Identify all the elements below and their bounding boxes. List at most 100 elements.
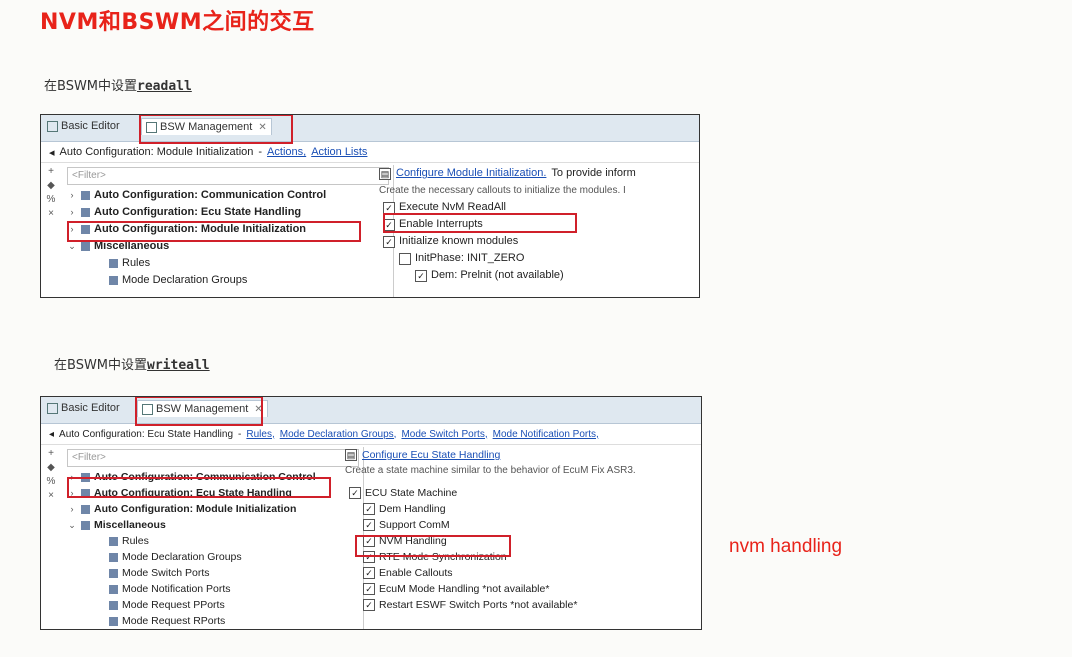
tab-basic-editor[interactable]: Basic Editor xyxy=(47,120,120,132)
caption-prefix: 在BSWM中设置 xyxy=(54,358,148,373)
tree-node-icon xyxy=(109,600,118,610)
editor-icon xyxy=(47,402,58,414)
tree-item-label: Rules xyxy=(122,257,151,269)
detail-header-tail: To provide inform xyxy=(551,167,636,179)
tree-node-icon xyxy=(109,568,118,578)
back-icon[interactable]: ◂ xyxy=(49,429,54,440)
add-icon[interactable]: + xyxy=(41,447,61,461)
tree-item-label: Mode Request RPorts xyxy=(122,615,226,627)
expand-arrow-icon[interactable]: › xyxy=(67,204,77,221)
configure-link[interactable]: Configure Module Initialization. xyxy=(396,165,546,182)
highlight-option xyxy=(383,213,577,233)
detail-header: ▤ Configure Ecu State Handling xyxy=(345,447,701,463)
option-label: EcuM Mode Handling *not available* xyxy=(379,583,550,595)
add-icon[interactable]: + xyxy=(41,165,61,179)
page-title: NVM和BSWM之间的交互 xyxy=(40,10,315,35)
remove-icon[interactable]: × xyxy=(41,207,61,221)
highlight-tab xyxy=(139,115,293,144)
remove-icon[interactable]: × xyxy=(41,489,61,503)
tree-node-icon xyxy=(81,504,90,514)
tree-item-label: Auto Configuration: Communication Contro… xyxy=(94,189,327,201)
option-label: Support ComM xyxy=(379,519,450,531)
tree-item-label: Rules xyxy=(122,535,149,547)
option-label: Dem: Prelnit (not available) xyxy=(431,269,564,281)
link-actions[interactable]: Actions, xyxy=(267,146,306,158)
tree-item[interactable]: Mode Request PPorts xyxy=(63,597,363,613)
highlight-tab xyxy=(135,397,263,426)
expand-arrow-icon[interactable]: ⌄ xyxy=(67,517,77,533)
checkbox[interactable]: ✓ xyxy=(363,503,375,515)
tree-item[interactable]: › Auto Configuration: Ecu State Handling xyxy=(63,204,393,221)
configure-link[interactable]: Configure Ecu State Handling xyxy=(362,447,500,463)
expand-icon[interactable]: ◆ xyxy=(41,179,61,193)
tree-item-label: Auto Configuration: Ecu State Handling xyxy=(94,206,302,218)
screenshot-readall: Basic Editor BSW Management ✕ ◂ Auto Conf… xyxy=(40,114,700,298)
link-mode-notification-ports[interactable]: Mode Notification Ports, xyxy=(493,429,599,440)
filter-input[interactable]: <Filter> xyxy=(67,167,389,185)
link-rules[interactable]: Rules, xyxy=(246,429,274,440)
checkbox[interactable]: ✓ xyxy=(349,487,361,499)
checkbox[interactable]: ✓ xyxy=(383,201,395,214)
detail-header: ▤ Configure Module Initialization. To prov… xyxy=(379,165,699,182)
breadcrumb-current: Auto Configuration: Module Initializatio… xyxy=(59,146,254,158)
tree-item-label: Mode Switch Ports xyxy=(122,567,210,579)
tree-item-label: Miscellaneous xyxy=(94,519,166,531)
tree-item[interactable]: Mode Declaration Groups xyxy=(63,272,393,289)
tree-node-icon xyxy=(109,276,118,285)
breadcrumb: ◂ Auto Configuration: Module Initializat… xyxy=(41,142,699,163)
checkbox[interactable] xyxy=(399,252,411,265)
expand-arrow-icon[interactable]: › xyxy=(67,501,77,517)
option-label: Initialize known modules xyxy=(399,235,519,247)
highlight-tree-item xyxy=(67,221,361,242)
screenshot-writeall: Basic Editor BSW Management ✕ ◂ Auto Conf… xyxy=(40,396,702,630)
expand-arrow-icon[interactable]: › xyxy=(67,187,77,204)
tree-node-icon xyxy=(81,242,90,251)
option-label: Enable Callouts xyxy=(379,567,453,579)
tab-label: Basic Editor xyxy=(61,402,120,414)
checkbox[interactable]: ✓ xyxy=(383,235,395,248)
tree-item[interactable]: Mode Request RPorts xyxy=(63,613,363,629)
tree-item[interactable]: › Auto Configuration: Communication Contr… xyxy=(63,187,393,204)
option-row: ✓ Dem: Prelnit (not available) xyxy=(379,267,699,284)
tree-item[interactable]: Mode Switch Ports xyxy=(63,565,363,581)
tree-item[interactable]: ⌄ Miscellaneous xyxy=(63,517,363,533)
option-list: ✓ Execute NvM ReadAll ✓ Enable Interrupts ✓ I… xyxy=(379,199,699,284)
highlight-tree-item xyxy=(67,477,331,498)
tree-node-icon xyxy=(109,552,118,562)
caption-code: writeall xyxy=(147,358,210,373)
tree-item-label: Mode Declaration Groups xyxy=(122,274,248,286)
caption-writeall: 在BSWM中设置writeall xyxy=(54,354,210,373)
breadcrumb: ◂ Auto Configuration: Ecu State Handling… xyxy=(41,424,701,445)
option-label: Dem Handling xyxy=(379,503,446,515)
tree-item[interactable]: Mode Notification Ports xyxy=(63,581,363,597)
checkbox[interactable]: ✓ xyxy=(363,599,375,611)
checkbox[interactable]: ✓ xyxy=(363,519,375,531)
percent-icon[interactable]: % xyxy=(41,475,61,489)
link-action-lists[interactable]: Action Lists xyxy=(311,146,367,158)
tree-item-label: Mode Notification Ports xyxy=(122,583,231,595)
tree-item[interactable]: Rules xyxy=(63,255,393,272)
tree-node-icon xyxy=(109,584,118,594)
back-icon[interactable]: ◂ xyxy=(49,146,55,159)
checkbox[interactable]: ✓ xyxy=(363,567,375,579)
checkbox[interactable]: ✓ xyxy=(415,269,427,282)
checkbox[interactable]: ✓ xyxy=(363,583,375,595)
tree-pane: <Filter> › Auto Configuration: Communicat… xyxy=(63,447,364,629)
detail-description: Create a state machine similar to the be… xyxy=(345,465,636,476)
filter-input[interactable]: <Filter> xyxy=(67,449,359,467)
option-row: ✓ ECU State Machine xyxy=(345,485,701,501)
tree-item[interactable]: Rules xyxy=(63,533,363,549)
tree-node-icon xyxy=(81,208,90,217)
link-mode-declaration-groups[interactable]: Mode Declaration Groups, xyxy=(280,429,397,440)
detail-description: Create the necessary callouts to initial… xyxy=(379,185,626,196)
tree-item-label: Mode Declaration Groups xyxy=(122,551,242,563)
tab-basic-editor[interactable]: Basic Editor xyxy=(47,402,120,414)
expand-icon[interactable]: ◆ xyxy=(41,461,61,475)
link-mode-switch-ports[interactable]: Mode Switch Ports, xyxy=(401,429,487,440)
tree-node-icon xyxy=(109,259,118,268)
option-label: ECU State Machine xyxy=(365,487,458,499)
tree-item[interactable]: › Auto Configuration: Module Initializati… xyxy=(63,501,363,517)
percent-icon[interactable]: % xyxy=(41,193,61,207)
tree-item[interactable]: Mode Declaration Groups xyxy=(63,549,363,565)
option-row: ✓ Dem Handling xyxy=(345,501,701,517)
